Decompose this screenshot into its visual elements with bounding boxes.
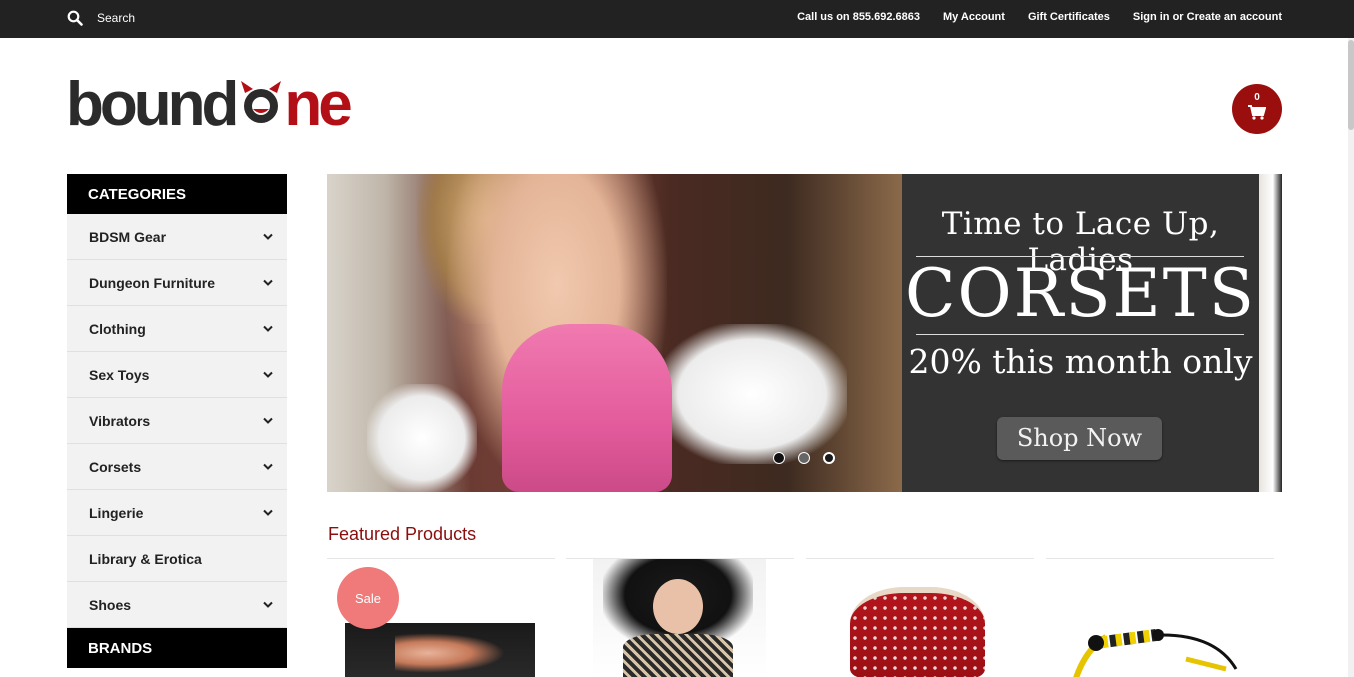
product-card[interactable] [806, 558, 1034, 677]
cart-icon [1248, 105, 1267, 125]
hero-divider [916, 334, 1244, 335]
slider-dot-1[interactable] [773, 452, 785, 464]
category-label: Clothing [89, 320, 146, 337]
chevron-down-icon[interactable] [263, 601, 273, 609]
hero-headline: CORSETS [905, 255, 1256, 332]
slide-edge [1259, 174, 1282, 492]
scrollbar-thumb[interactable] [1348, 40, 1354, 130]
category-bdsm-gear[interactable]: BDSM Gear [67, 214, 287, 260]
sign-in-link[interactable]: Sign in or Create an account [1133, 11, 1282, 23]
category-list: BDSM Gear Dungeon Furniture Clothing Sex… [67, 214, 287, 628]
category-label: Library & Erotica [89, 550, 202, 567]
category-library-erotica[interactable]: Library & Erotica [67, 536, 287, 582]
product-card[interactable] [1046, 558, 1274, 677]
category-sex-toys[interactable]: Sex Toys [67, 352, 287, 398]
site-logo[interactable]: bound ne [66, 66, 353, 139]
chevron-down-icon[interactable] [263, 463, 273, 471]
hero-text-panel: Time to Lace Up, Ladies CORSETS 20% this… [902, 174, 1259, 492]
hero-offer: 20% this month only [908, 342, 1253, 381]
hero-photo [327, 174, 902, 492]
chevron-down-icon[interactable] [263, 325, 273, 333]
categories-heading: CATEGORIES [67, 174, 287, 214]
devil-o-icon [239, 79, 283, 130]
category-label: Sex Toys [89, 366, 150, 383]
category-label: Dungeon Furniture [89, 274, 215, 291]
top-bar: Search Call us on 855.692.6863 My Accoun… [0, 0, 1354, 38]
chevron-down-icon[interactable] [263, 417, 273, 425]
hero-slider[interactable]: Time to Lace Up, Ladies CORSETS 20% this… [327, 174, 1282, 492]
logo-text-bound: bound [66, 70, 239, 139]
chevron-down-icon[interactable] [263, 279, 273, 287]
cart-button[interactable]: 0 [1232, 84, 1282, 134]
shop-now-button[interactable]: Shop Now [997, 417, 1162, 460]
category-label: BDSM Gear [89, 228, 167, 245]
category-label: Vibrators [89, 412, 151, 429]
chevron-down-icon[interactable] [263, 233, 273, 241]
chevron-down-icon[interactable] [263, 509, 273, 517]
search-label[interactable]: Search [97, 11, 135, 25]
search-icon[interactable] [67, 10, 83, 26]
category-label: Lingerie [89, 504, 144, 521]
sidebar: CATEGORIES BDSM Gear Dungeon Furniture C… [67, 174, 287, 668]
category-corsets[interactable]: Corsets [67, 444, 287, 490]
featured-products-title: Featured Products [328, 524, 477, 544]
product-image[interactable] [850, 587, 985, 677]
search-toggle[interactable]: Search [67, 10, 135, 26]
category-shoes[interactable]: Shoes [67, 582, 287, 628]
category-dungeon-furniture[interactable]: Dungeon Furniture [67, 260, 287, 306]
product-card[interactable] [566, 558, 794, 677]
page-scrollbar[interactable] [1348, 38, 1354, 677]
logo-text-ne: ne [284, 70, 352, 139]
brands-heading: BRANDS [67, 628, 287, 668]
product-image[interactable] [593, 559, 766, 677]
slider-dot-2[interactable] [798, 452, 810, 464]
my-account-link[interactable]: My Account [943, 11, 1005, 23]
product-image[interactable] [1066, 629, 1256, 677]
category-label: Shoes [89, 596, 132, 613]
product-image[interactable] [345, 623, 535, 677]
category-clothing[interactable]: Clothing [67, 306, 287, 352]
category-vibrators[interactable]: Vibrators [67, 398, 287, 444]
category-label: Corsets [89, 458, 142, 475]
chevron-down-icon[interactable] [263, 371, 273, 379]
gift-certificates-link[interactable]: Gift Certificates [1028, 11, 1110, 23]
slider-dots [773, 452, 835, 464]
cart-count: 0 [1254, 92, 1260, 103]
category-lingerie[interactable]: Lingerie [67, 490, 287, 536]
slider-dot-3[interactable] [823, 452, 835, 464]
sale-badge: Sale [337, 567, 399, 629]
call-us-link[interactable]: Call us on 855.692.6863 [797, 11, 920, 23]
top-links: Call us on 855.692.6863 My Account Gift … [797, 11, 1282, 23]
product-card[interactable]: Sale [327, 558, 555, 677]
